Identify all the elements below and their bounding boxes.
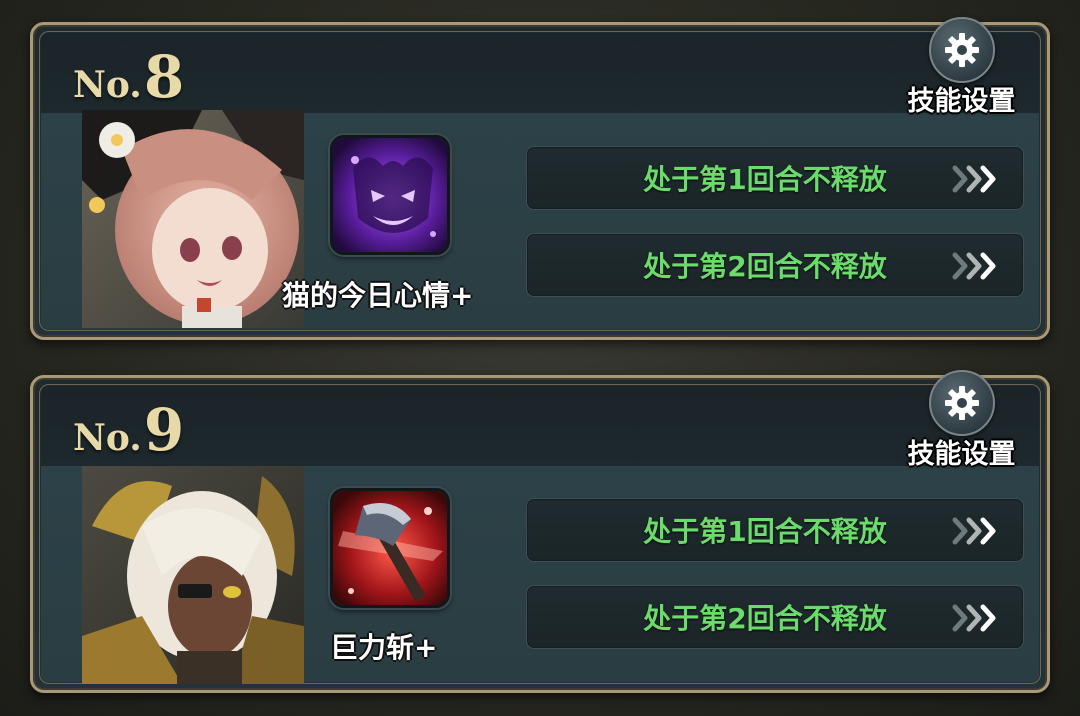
card-header — [41, 386, 1039, 466]
skill-icon-cat-mood[interactable] — [330, 135, 450, 255]
gear-icon — [929, 370, 995, 436]
release-condition-text: 处于第2回合不释放 — [643, 602, 887, 635]
card-header — [41, 33, 1039, 113]
slot-number-value: 9 — [143, 396, 185, 464]
skill-name: 猫的今日心情+ — [282, 279, 474, 312]
slot-number-prefix: No. — [73, 64, 142, 106]
character-portrait-9[interactable] — [82, 466, 304, 684]
triple-chevron-right-icon — [952, 165, 996, 193]
release-condition-row[interactable]: 处于第1回合不释放 — [526, 146, 1024, 210]
slot-number-value: 8 — [143, 43, 185, 111]
gear-icon — [929, 17, 995, 83]
slot-number-prefix: No. — [73, 417, 142, 459]
skill-settings-button[interactable]: 技能设置 — [899, 17, 1019, 117]
character-portrait-8[interactable] — [82, 110, 304, 328]
skill-settings-label: 技能设置 — [907, 86, 1016, 117]
skill-settings-label: 技能设置 — [907, 439, 1016, 470]
skill-settings-button[interactable]: 技能设置 — [899, 370, 1019, 470]
triple-chevron-right-icon — [952, 252, 996, 280]
release-condition-row[interactable]: 处于第2回合不释放 — [526, 585, 1024, 649]
release-condition-text: 处于第2回合不释放 — [643, 250, 887, 283]
release-condition-text: 处于第1回合不释放 — [643, 515, 887, 548]
release-condition-text: 处于第1回合不释放 — [643, 163, 887, 196]
release-condition-row[interactable]: 处于第2回合不释放 — [526, 233, 1024, 297]
release-condition-row[interactable]: 处于第1回合不释放 — [526, 498, 1024, 562]
skill-icon-mighty-slash[interactable] — [330, 488, 450, 608]
triple-chevron-right-icon — [952, 517, 996, 545]
slot-number: No. 9 — [73, 396, 184, 464]
triple-chevron-right-icon — [952, 604, 996, 632]
slot-number: No. 8 — [73, 43, 184, 111]
skill-name: 巨力斩+ — [330, 631, 438, 664]
